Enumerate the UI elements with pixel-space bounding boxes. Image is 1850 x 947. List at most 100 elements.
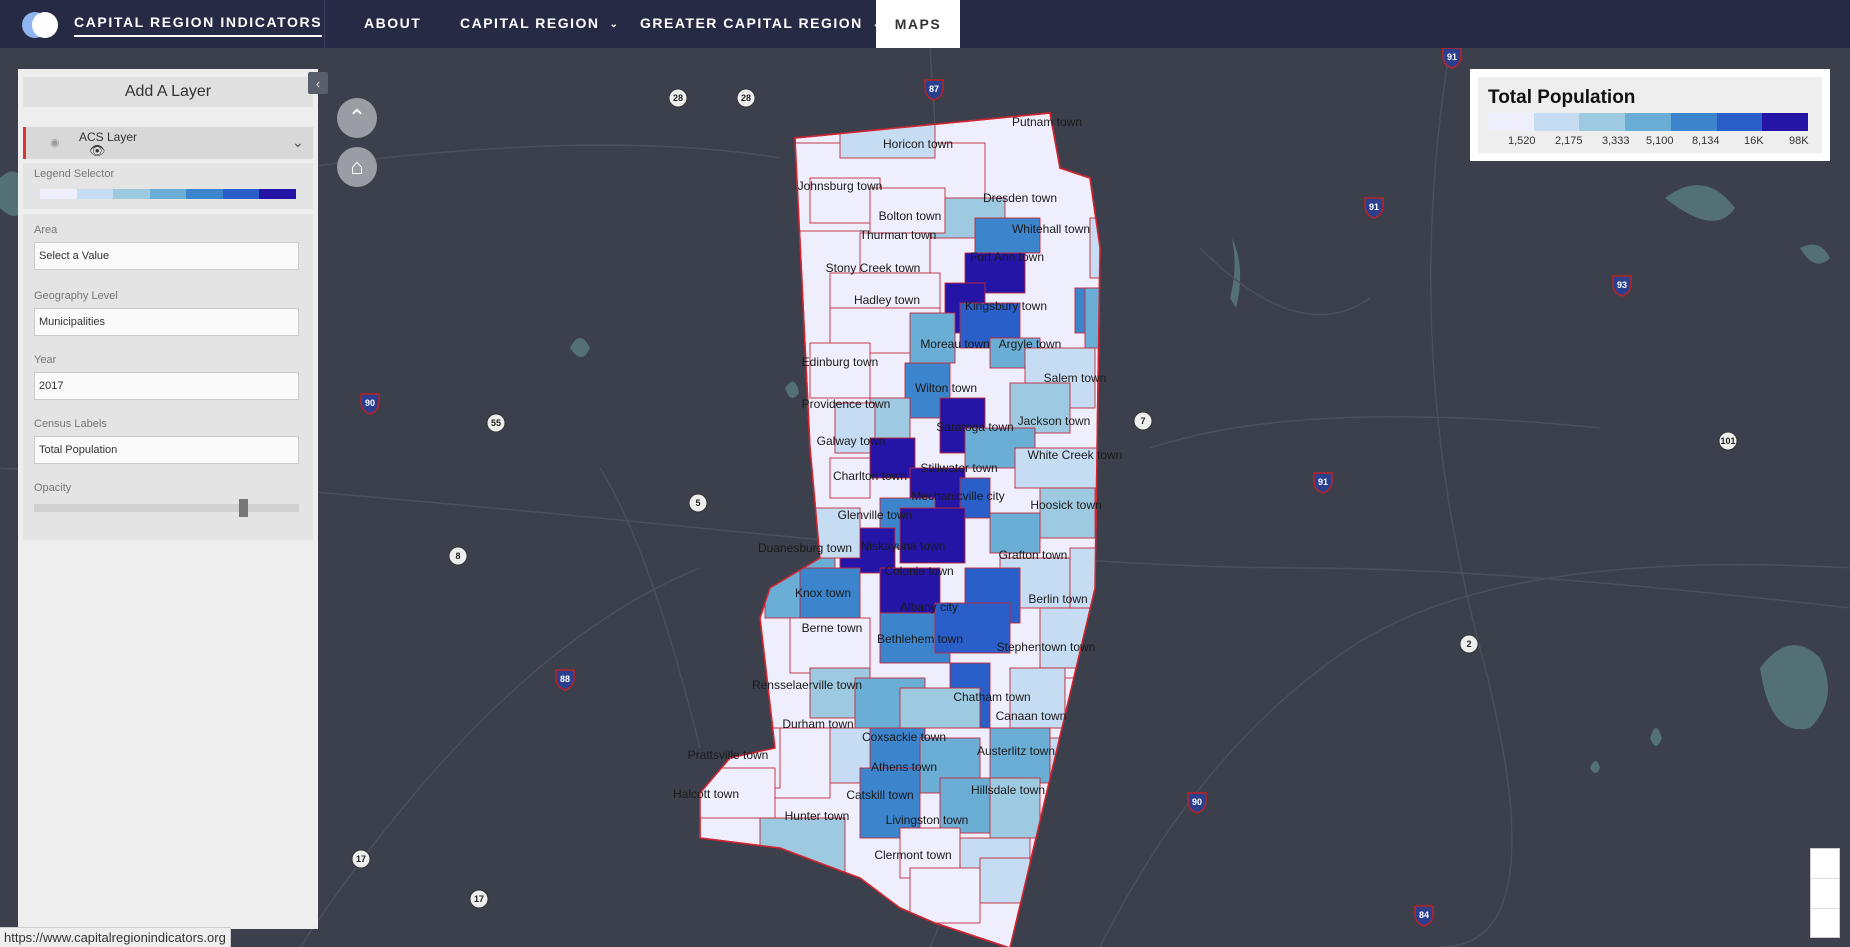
logo-icon[interactable] xyxy=(22,10,60,38)
legend-selector-label: Legend Selector xyxy=(34,168,115,180)
town-label: Dresden town xyxy=(983,191,1057,205)
legend-color-bar xyxy=(1488,113,1809,131)
municipality-polygon[interactable] xyxy=(809,342,871,399)
town-label: Durham town xyxy=(782,717,853,731)
chevron-down-icon: ⌄ xyxy=(609,19,620,30)
route-shield-icon: 17 xyxy=(351,849,371,869)
municipality-polygon[interactable] xyxy=(989,512,1041,554)
town-label: Hoosick town xyxy=(1030,498,1101,512)
map-zoom-control[interactable] xyxy=(1810,848,1840,938)
route-shield-icon: 55 xyxy=(486,413,506,433)
nav-maps[interactable]: MAPS xyxy=(876,0,960,48)
town-label: Charlton town xyxy=(833,469,907,483)
nav-about[interactable]: ABOUT xyxy=(364,15,421,31)
town-label: Kingsbury town xyxy=(965,299,1047,313)
top-nav: CAPITAL REGION INDICATORS ABOUT CAPITAL … xyxy=(0,0,1850,48)
town-label: Thurman town xyxy=(860,228,937,242)
legend-tick: 2,175 xyxy=(1555,135,1583,147)
nav-capital-region[interactable]: CAPITAL REGION ⌄ xyxy=(460,15,619,31)
opacity-slider[interactable] xyxy=(34,504,299,512)
town-label: Catskill town xyxy=(846,788,913,802)
town-label: White Creek town xyxy=(1028,448,1123,462)
town-label: Canaan town xyxy=(996,709,1067,723)
town-label: Galway town xyxy=(817,434,886,448)
svg-text:90: 90 xyxy=(365,398,375,408)
route-shield-icon: 88 xyxy=(555,669,575,691)
svg-text:5: 5 xyxy=(695,498,700,508)
town-label: Putnam town xyxy=(1012,115,1082,129)
area-select[interactable]: Select a Value xyxy=(34,242,299,270)
layer-name: ACS Layer xyxy=(79,130,138,144)
census-labels-select[interactable]: Total Population xyxy=(34,436,299,464)
town-label: Glenville town xyxy=(838,508,913,522)
chevron-down-icon[interactable]: ⌄ xyxy=(292,134,304,151)
town-label: Stony Creek town xyxy=(826,261,921,275)
legend-ticks: 1,520 2,175 3,333 5,100 8,134 16K 98K xyxy=(1488,135,1823,149)
town-label: Berlin town xyxy=(1028,592,1087,606)
town-label: Coxsackie town xyxy=(862,730,946,744)
town-label: Stillwater town xyxy=(920,461,997,475)
svg-text:101: 101 xyxy=(1720,436,1735,446)
town-label: Grafton town xyxy=(999,548,1068,562)
nav-greater-capital-region[interactable]: GREATER CAPITAL REGION⌄ xyxy=(640,15,883,31)
town-label: Bolton town xyxy=(879,209,942,223)
town-label: Clermont town xyxy=(874,848,951,862)
legend-tick: 16K xyxy=(1744,135,1764,147)
zoom-in-up-button[interactable]: ⌃ xyxy=(337,98,377,138)
svg-text:55: 55 xyxy=(491,418,501,428)
layer-item[interactable]: ◉ ACS Layer 👁 ⌄ xyxy=(23,127,313,159)
brand-title[interactable]: CAPITAL REGION INDICATORS xyxy=(74,14,323,37)
visibility-icon[interactable]: 👁 xyxy=(89,143,106,159)
town-label: Hunter town xyxy=(785,809,850,823)
municipality-polygon[interactable] xyxy=(909,867,981,924)
route-shield-icon: 90 xyxy=(1187,792,1207,814)
map-legend: Total Population 1,520 2,175 3,333 5,100 8,1… xyxy=(1470,69,1830,161)
town-label: Knox town xyxy=(795,586,851,600)
chevron-up-icon: ⌃ xyxy=(347,105,367,130)
status-bar-url: https://www.capitalregionindicators.org xyxy=(0,927,231,947)
svg-text:91: 91 xyxy=(1369,202,1379,212)
town-label: Saratoga town xyxy=(936,420,1013,434)
town-label: Whitehall town xyxy=(1012,222,1090,236)
town-label: Chatham town xyxy=(953,690,1030,704)
town-label: Edinburg town xyxy=(802,355,879,369)
opacity-slider-handle[interactable] xyxy=(238,499,248,517)
route-shield-icon: 28 xyxy=(668,88,688,108)
town-label: Livingston town xyxy=(886,813,969,827)
legend-tick: 3,333 xyxy=(1602,135,1630,147)
layer-options: Area Select a Value Geography Level Muni… xyxy=(23,214,313,540)
eye-icon[interactable]: ◉ xyxy=(50,136,60,149)
municipality-polygon[interactable] xyxy=(859,767,921,839)
legend-color-ramp[interactable] xyxy=(40,189,297,199)
legend-title: Total Population xyxy=(1488,87,1636,108)
area-label: Area xyxy=(34,224,58,236)
opacity-label: Opacity xyxy=(34,482,72,494)
town-label: Berne town xyxy=(802,621,863,635)
town-label: Salem town xyxy=(1044,371,1107,385)
town-label: Rensselaerville town xyxy=(752,678,862,692)
geography-level-select[interactable]: Municipalities xyxy=(34,308,299,336)
municipality-polygon[interactable] xyxy=(1039,487,1096,539)
svg-text:7: 7 xyxy=(1140,416,1145,426)
year-label: Year xyxy=(34,354,57,366)
town-label: Providence town xyxy=(802,397,891,411)
route-shield-icon: 28 xyxy=(736,88,756,108)
town-label: Halcott town xyxy=(673,787,739,801)
svg-text:88: 88 xyxy=(560,674,570,684)
collapse-sidebar-button[interactable]: ‹ xyxy=(308,72,328,94)
route-shield-icon: 91 xyxy=(1442,48,1462,69)
route-shield-icon: 84 xyxy=(1414,905,1434,927)
town-label: Johnsburg town xyxy=(798,179,883,193)
legend-tick: 1,520 xyxy=(1508,135,1536,147)
sidebar-title: Add A Layer xyxy=(23,77,313,107)
town-label: Duanesburg town xyxy=(758,541,852,555)
svg-text:91: 91 xyxy=(1447,52,1457,62)
year-select[interactable]: 2017 xyxy=(34,372,299,400)
svg-text:28: 28 xyxy=(741,93,751,103)
route-shield-icon: 93 xyxy=(1612,275,1632,297)
town-label: Stephentown town xyxy=(997,640,1096,654)
home-button[interactable]: ⌂ xyxy=(337,147,377,187)
town-label: Niskayuna town xyxy=(861,539,946,553)
town-label: Mechanicville city xyxy=(911,489,1004,503)
town-label: Argyle town xyxy=(999,337,1062,351)
